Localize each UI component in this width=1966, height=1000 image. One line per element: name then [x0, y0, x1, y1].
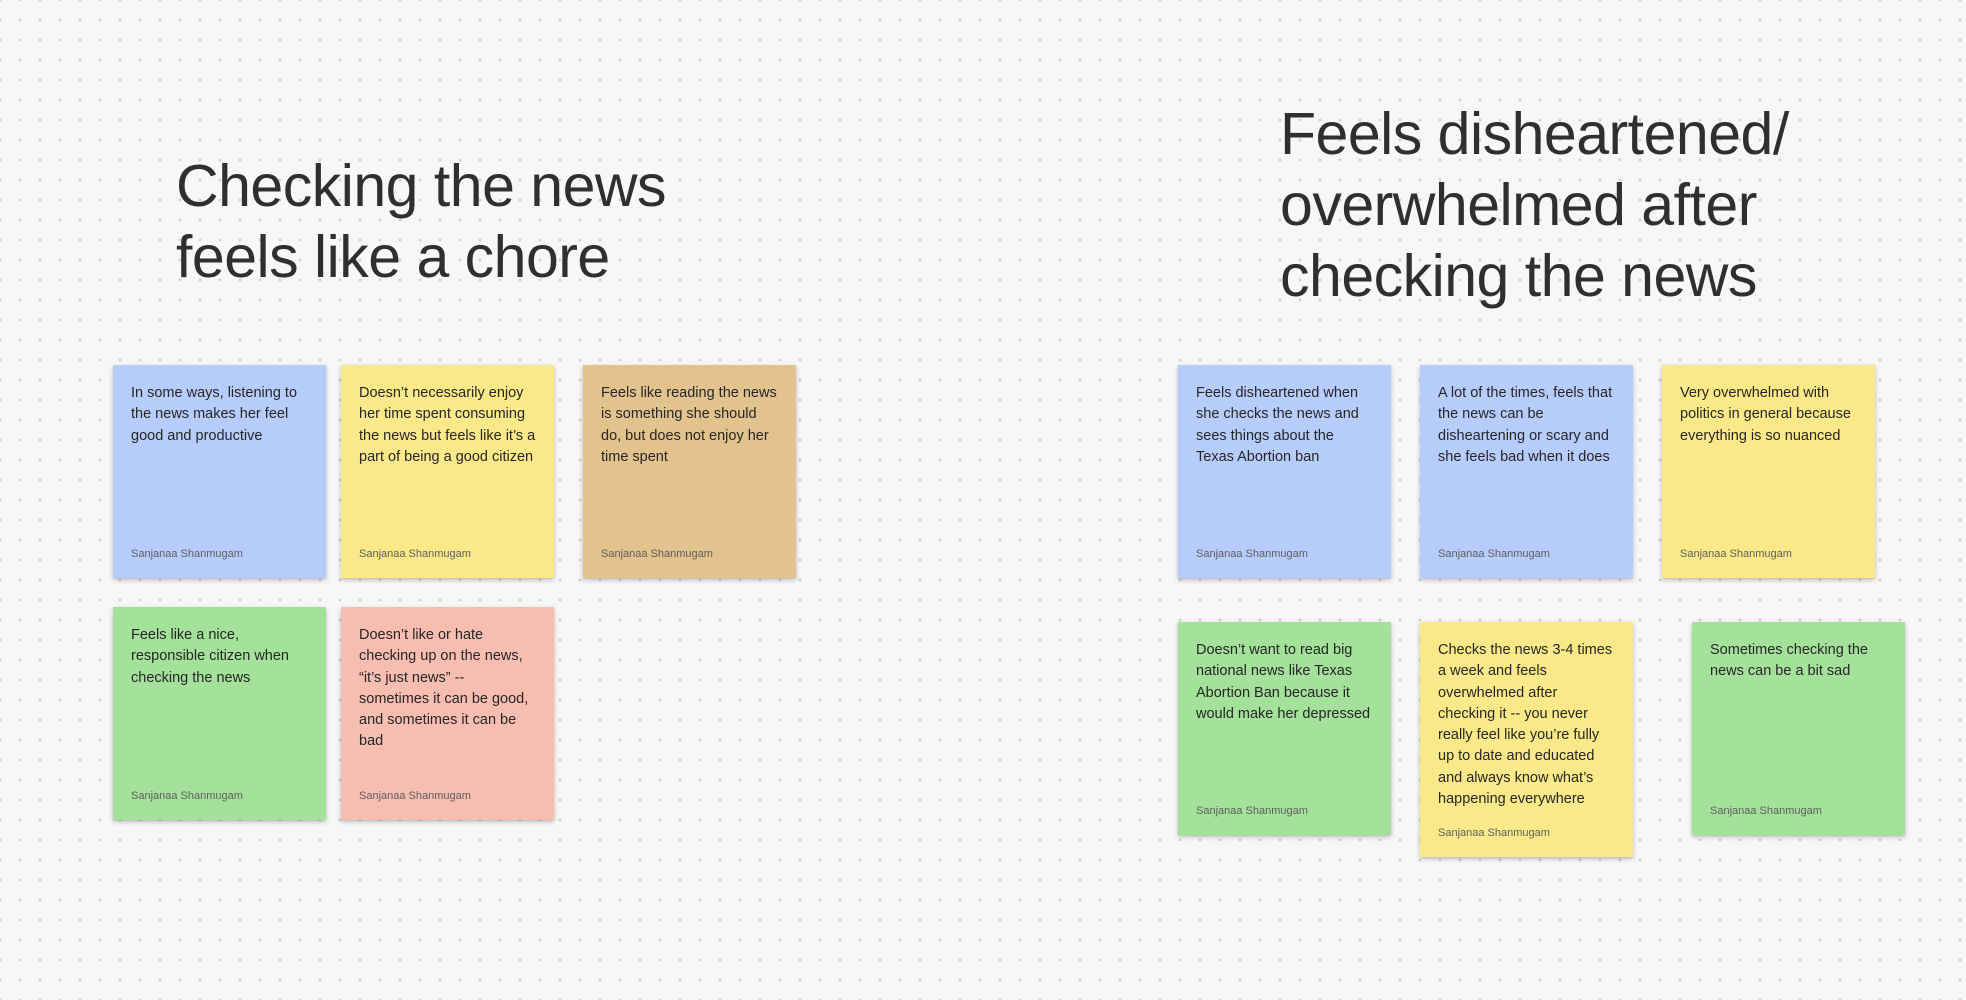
heading-line: Checking the news — [176, 153, 667, 219]
sticky-note[interactable]: Doesn’t want to read big national news l… — [1178, 622, 1391, 835]
sticky-note-author: Sanjanaa Shanmugam — [1680, 548, 1792, 560]
heading-line: Feels disheartened/ — [1280, 101, 1789, 167]
sticky-note[interactable]: Doesn’t like or hate checking up on the … — [341, 607, 554, 820]
sticky-note-text: Feels disheartened when she checks the n… — [1196, 385, 1359, 465]
whiteboard-canvas[interactable]: Checking the news feels like a chore In … — [0, 0, 1966, 1000]
cluster-heading-disheartened[interactable]: Feels disheartened/ overwhelmed after ch… — [1280, 99, 1789, 312]
sticky-note[interactable]: Feels like reading the news is something… — [583, 365, 796, 578]
sticky-note[interactable]: A lot of the times, feels that the news … — [1420, 365, 1633, 578]
sticky-note-text: Feels like a nice, responsible citizen w… — [131, 627, 289, 686]
sticky-note-text: Feels like reading the news is something… — [601, 385, 777, 465]
sticky-note-author: Sanjanaa Shanmugam — [601, 548, 713, 560]
sticky-note-author: Sanjanaa Shanmugam — [1196, 548, 1308, 560]
sticky-note[interactable]: Feels like a nice, responsible citizen w… — [113, 607, 326, 820]
heading-line: feels like a chore — [176, 224, 610, 290]
sticky-note[interactable]: Very overwhelmed with politics in genera… — [1662, 365, 1875, 578]
sticky-note-author: Sanjanaa Shanmugam — [131, 548, 243, 560]
sticky-note-author: Sanjanaa Shanmugam — [1710, 805, 1822, 817]
cluster-heading-chore[interactable]: Checking the news feels like a chore — [176, 151, 667, 293]
sticky-note-text: Checks the news 3-4 times a week and fee… — [1438, 642, 1613, 808]
sticky-note-author: Sanjanaa Shanmugam — [1438, 548, 1550, 560]
sticky-note[interactable]: Sometimes checking the news can be a bit… — [1692, 622, 1905, 835]
sticky-note[interactable]: Checks the news 3-4 times a week and fee… — [1420, 622, 1633, 857]
sticky-note-text: Doesn’t necessarily enjoy her time spent… — [359, 385, 536, 465]
sticky-note-author: Sanjanaa Shanmugam — [359, 548, 471, 560]
sticky-note-text: Very overwhelmed with politics in genera… — [1680, 385, 1851, 444]
heading-line: checking the news — [1280, 243, 1757, 309]
sticky-note-author: Sanjanaa Shanmugam — [359, 790, 471, 802]
sticky-note[interactable]: Feels disheartened when she checks the n… — [1178, 365, 1391, 578]
sticky-note-author: Sanjanaa Shanmugam — [1438, 827, 1550, 839]
heading-line: overwhelmed after — [1280, 172, 1757, 238]
sticky-note[interactable]: Doesn’t necessarily enjoy her time spent… — [341, 365, 554, 578]
sticky-note-text: A lot of the times, feels that the news … — [1438, 385, 1613, 465]
sticky-note-author: Sanjanaa Shanmugam — [131, 790, 243, 802]
sticky-note-text: In some ways, listening to the news make… — [131, 385, 298, 444]
sticky-note[interactable]: In some ways, listening to the news make… — [113, 365, 326, 578]
sticky-note-text: Doesn’t like or hate checking up on the … — [359, 627, 529, 750]
sticky-note-author: Sanjanaa Shanmugam — [1196, 805, 1308, 817]
sticky-note-text: Doesn’t want to read big national news l… — [1196, 642, 1371, 722]
sticky-note-text: Sometimes checking the news can be a bit… — [1710, 642, 1868, 680]
